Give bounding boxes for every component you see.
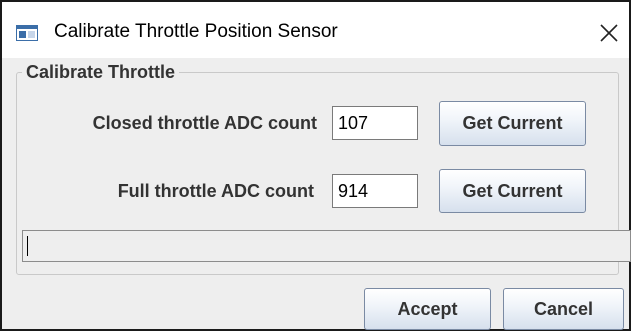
full-get-current-button[interactable]: Get Current <box>439 169 586 213</box>
title-bar: Calibrate Throttle Position Sensor <box>2 2 629 58</box>
closed-throttle-label: Closed throttle ADC count <box>92 113 317 133</box>
cancel-button[interactable]: Cancel <box>503 288 624 330</box>
full-throttle-label: Full throttle ADC count <box>117 181 314 201</box>
closed-get-current-button[interactable]: Get Current <box>439 101 586 146</box>
group-title: Calibrate Throttle <box>22 62 180 83</box>
closed-throttle-field[interactable] <box>332 106 418 140</box>
accept-button[interactable]: Accept <box>364 288 491 330</box>
progress-caret <box>27 236 28 256</box>
calibration-progress-bar <box>22 230 631 262</box>
window-title: Calibrate Throttle Position Sensor <box>54 21 338 42</box>
window-app-icon <box>16 25 38 41</box>
close-icon[interactable] <box>596 20 622 46</box>
full-throttle-field[interactable] <box>332 174 418 208</box>
calibrate-dialog: Calibrate Throttle Position Sensor Calib… <box>0 0 631 331</box>
